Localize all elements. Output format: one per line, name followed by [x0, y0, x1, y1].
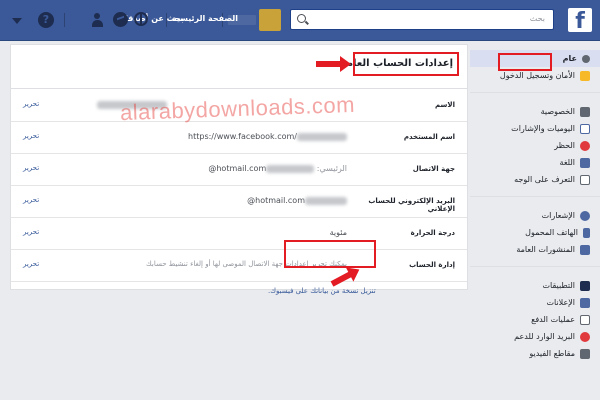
sidebar-item-label: عام	[562, 54, 577, 63]
find-friends-link[interactable]: بحث عن أصدقاء	[121, 14, 184, 23]
chevron-down-icon[interactable]	[12, 18, 22, 24]
video-icon	[580, 348, 590, 359]
sidebar-group: التطبيقات الإعلانات عمليات الدفع البريد …	[470, 273, 600, 370]
sidebar-item-payments[interactable]: عمليات الدفع	[470, 311, 600, 328]
sidebar-item-label: اللغة	[559, 158, 575, 167]
sidebar-item-notifications[interactable]: الإشعارات	[470, 207, 600, 224]
sidebar-item-videos[interactable]: مقاطع الفيديو	[470, 345, 600, 362]
sidebar-item-label: الإعلانات	[546, 298, 575, 307]
sidebar-item-label: التطبيقات	[542, 281, 575, 290]
red-arrow	[316, 56, 351, 72]
sidebar-item-label: الخصوصية	[540, 107, 575, 116]
sidebar-item-blocking[interactable]: الحظر	[470, 137, 600, 154]
row-label: الاسم	[435, 101, 455, 109]
settings-row-temperature[interactable]: درجة الحرارة مئوية تحرير	[11, 217, 467, 250]
sidebar-item-apps[interactable]: التطبيقات	[470, 277, 600, 294]
sidebar-item-face-recognition[interactable]: التعرف على الوجه	[470, 171, 600, 188]
row-label: اسم المستخدم	[403, 133, 455, 141]
payment-icon	[580, 314, 590, 325]
settings-row-ad-account-email[interactable]: البريد الإلكتروني للحساب الإعلاني hotmai…	[11, 185, 467, 218]
general-settings-panel: إعدادات الحساب العامة الاسم تحرير اسم ال…	[10, 44, 468, 290]
row-value: الرئيسي: hotmail.com@	[208, 164, 347, 173]
gear-icon	[582, 54, 590, 63]
sidebar-item-support-inbox[interactable]: البريد الوارد للدعم	[470, 328, 600, 345]
facebook-logo[interactable]: f	[568, 8, 592, 32]
ads-icon	[580, 297, 590, 308]
edit-link[interactable]: تحرير	[23, 100, 39, 108]
phone-icon	[583, 227, 590, 238]
sidebar-item-language[interactable]: اللغة	[470, 154, 600, 171]
lock-icon	[580, 106, 590, 117]
sidebar-item-label: اليوميات والإشارات	[511, 124, 575, 133]
language-icon	[580, 157, 590, 168]
sidebar-item-label: الأمان وتسجيل الدخول	[499, 71, 575, 80]
sidebar-item-privacy[interactable]: الخصوصية	[470, 103, 600, 120]
apps-icon	[580, 280, 590, 291]
settings-row-username[interactable]: اسم المستخدم https://www.facebook.com/ ت…	[11, 121, 467, 154]
support-icon	[580, 331, 590, 342]
edit-link[interactable]: تحرير	[23, 164, 39, 172]
sidebar-group: الخصوصية اليوميات والإشارات الحظر اللغة …	[470, 99, 600, 197]
row-label: البريد الإلكتروني للحساب الإعلاني	[368, 197, 455, 213]
messenger-icon[interactable]	[113, 12, 128, 27]
settings-row-account-management[interactable]: إدارة الحساب يمكنك تحرير إعدادات جهة الا…	[11, 249, 467, 282]
timeline-icon	[580, 123, 590, 134]
friend-requests-icon[interactable]	[92, 12, 108, 28]
settings-row-contact[interactable]: جهة الاتصال الرئيسي: hotmail.com@ تحرير	[11, 153, 467, 186]
row-value: مئوية	[329, 228, 347, 237]
edit-link[interactable]: تحرير	[23, 228, 39, 236]
edit-link[interactable]: تحرير	[23, 196, 39, 204]
sidebar-item-timeline[interactable]: اليوميات والإشارات	[470, 120, 600, 137]
help-icon[interactable]: ?	[38, 12, 54, 28]
search-input[interactable]: بحث	[290, 9, 554, 30]
face-icon	[580, 174, 590, 185]
sidebar-item-label: مقاطع الفيديو	[529, 349, 575, 358]
divider	[64, 13, 65, 27]
sidebar-item-label: التعرف على الوجه	[514, 175, 575, 184]
row-value: hotmail.com@	[247, 196, 347, 205]
top-navigation-bar: f بحث الصفحة الرئيسية بحث عن أصدقاء ?	[0, 0, 600, 41]
download-data-link[interactable]: تنزيل نسخة من بياناتك على فيسبوك.	[268, 287, 376, 295]
row-label: درجة الحرارة	[410, 229, 455, 237]
sidebar-item-label: الحظر	[554, 141, 575, 150]
search-icon[interactable]	[297, 14, 306, 23]
highlight-box	[284, 240, 376, 268]
avatar[interactable]	[259, 9, 281, 31]
sidebar-item-label: عمليات الدفع	[531, 315, 575, 324]
notifications-globe-icon[interactable]	[134, 12, 148, 26]
settings-sidebar: عام الأمان وتسجيل الدخول الخصوصية اليومي…	[470, 46, 600, 376]
sidebar-item-ads[interactable]: الإعلانات	[470, 294, 600, 311]
search-placeholder: بحث	[529, 14, 545, 23]
row-value: https://www.facebook.com/	[188, 132, 347, 141]
sidebar-item-label: الإشعارات	[541, 211, 575, 220]
highlight-box	[353, 52, 459, 76]
globe-icon	[580, 210, 590, 221]
sidebar-item-public-posts[interactable]: المنشورات العامة	[470, 241, 600, 258]
sidebar-group: الإشعارات الهاتف المحمول المنشورات العام…	[470, 203, 600, 267]
badge-icon	[580, 70, 590, 81]
edit-link[interactable]: تحرير	[23, 132, 39, 140]
rss-icon	[580, 244, 590, 255]
row-label: جهة الاتصال	[412, 165, 455, 173]
sidebar-item-label: الهاتف المحمول	[525, 228, 578, 237]
edit-link[interactable]: تحرير	[23, 260, 39, 268]
sidebar-item-label: البريد الوارد للدعم	[514, 332, 575, 341]
block-icon	[580, 140, 590, 151]
sidebar-item-label: المنشورات العامة	[516, 245, 575, 254]
highlight-box	[498, 53, 552, 71]
sidebar-item-mobile[interactable]: الهاتف المحمول	[470, 224, 600, 241]
